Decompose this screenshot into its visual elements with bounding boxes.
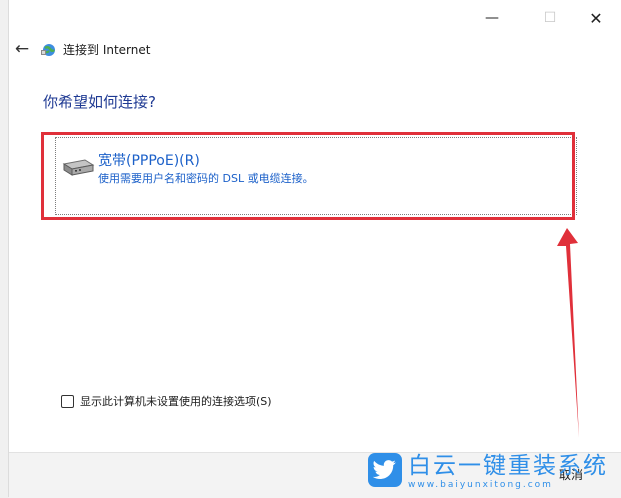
close-button[interactable]: ✕ [573, 4, 619, 32]
broadband-pppoe-option[interactable]: 宽带(PPPoE)(R) 使用需要用户名和密码的 DSL 或电缆连接。 [55, 137, 577, 215]
window-title: 连接到 Internet [63, 43, 151, 57]
page-heading: 你希望如何连接? [43, 93, 156, 111]
watermark: 白云一键重装系统 www.baiyunxitong.com [368, 453, 608, 491]
show-unconfigured-row[interactable]: 显示此计算机未设置使用的连接选项(S) [61, 393, 272, 409]
option-description: 使用需要用户名和密码的 DSL 或电缆连接。 [98, 172, 314, 185]
close-icon: ✕ [589, 8, 603, 28]
option-title: 宽带(PPPoE)(R) [98, 153, 200, 169]
show-unconfigured-checkbox[interactable] [61, 394, 74, 408]
maximize-button[interactable]: ☐ [527, 4, 573, 32]
show-unconfigured-label: 显示此计算机未设置使用的连接选项(S) [80, 395, 272, 408]
minimize-icon: — [485, 10, 499, 26]
back-button[interactable]: ← [11, 38, 33, 60]
network-globe-icon [41, 44, 55, 56]
twitter-bird-icon [368, 453, 402, 487]
minimize-button[interactable]: — [469, 4, 515, 32]
modem-icon [62, 159, 95, 176]
maximize-icon: ☐ [543, 10, 557, 26]
back-arrow-icon: ← [14, 39, 30, 59]
watermark-title: 白云一键重装系统 [408, 453, 608, 479]
watermark-url: www.baiyunxitong.com [408, 480, 553, 490]
dialog-window: — ☐ ✕ ← 连接到 Internet 你希望如何连接? 宽带(PPPoE)(… [8, 0, 621, 498]
